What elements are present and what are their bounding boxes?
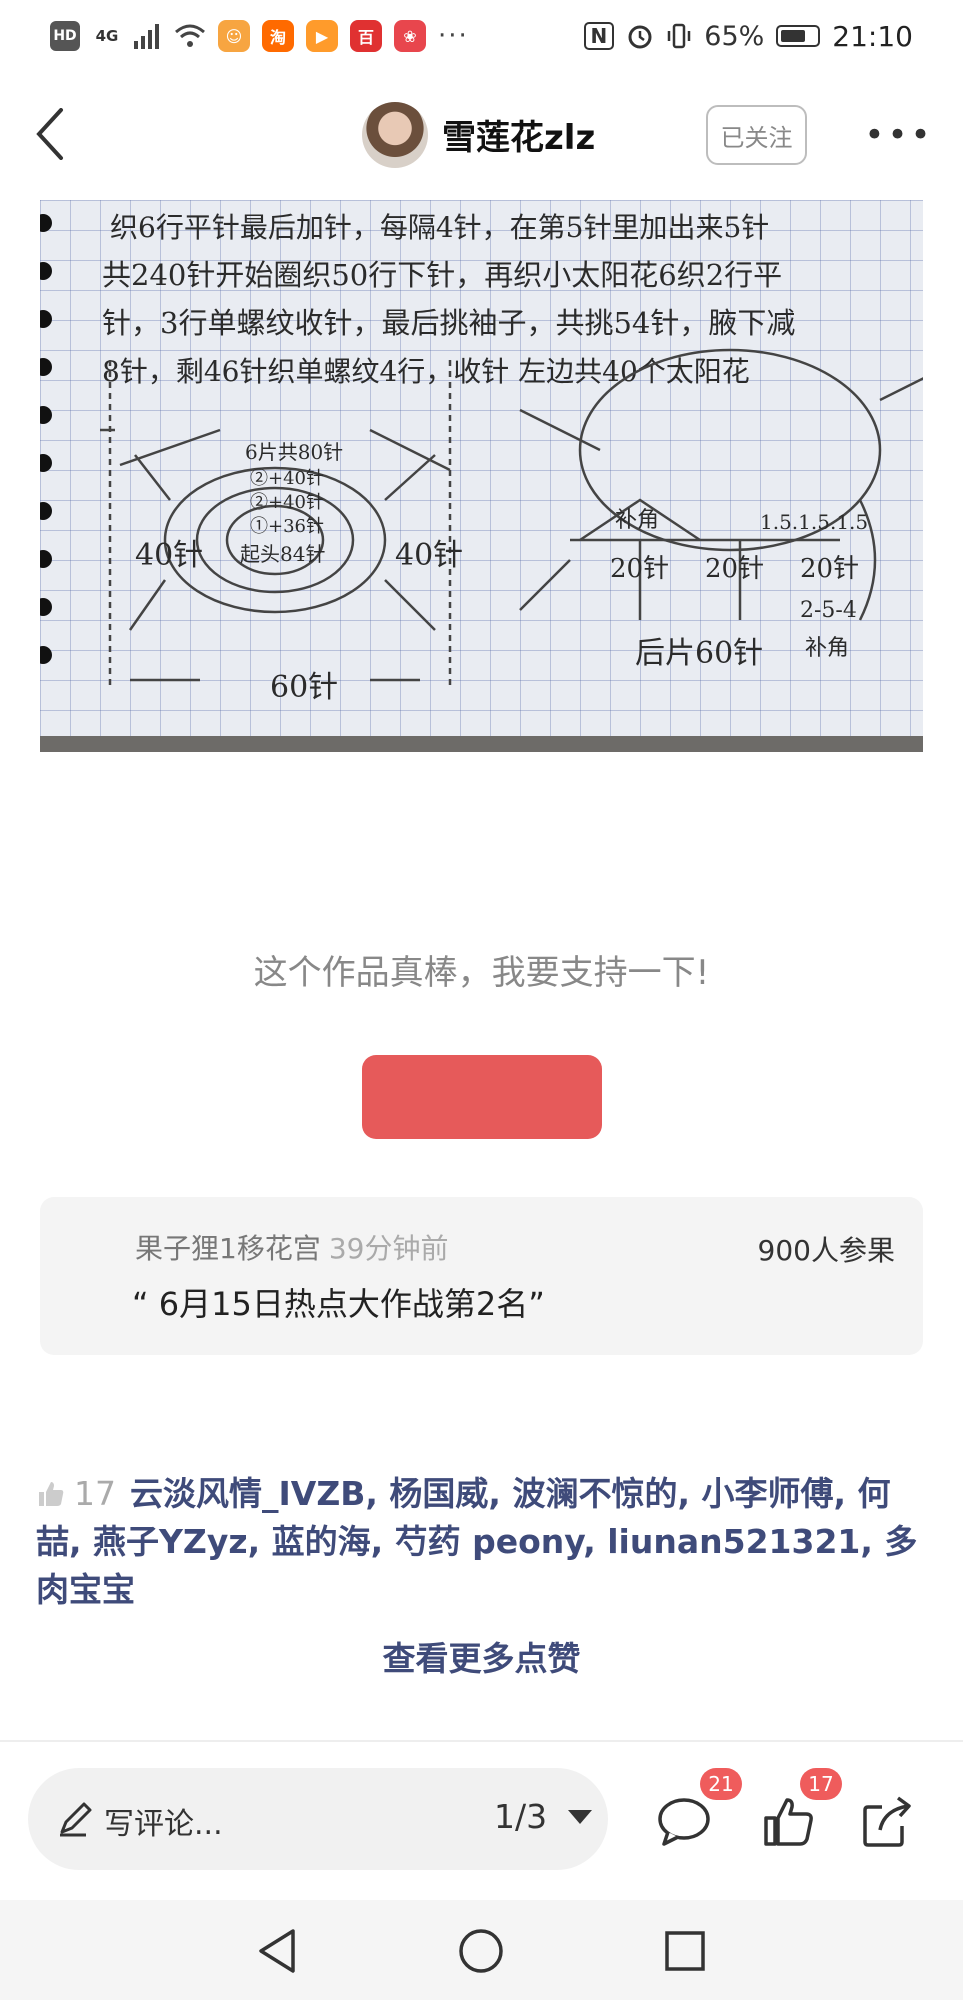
segment-label-2: 20针 [705,554,765,584]
left-side-label: 40针 [135,538,204,573]
username[interactable]: 雪莲花zlz [442,110,595,159]
reward-count: 900人参果 [757,1234,895,1267]
taobao-app-icon: 淘 [262,20,294,52]
likes-list: 17 云淡风情_IVZB, 杨国威, 波澜不惊的, 小李师傅, 何喆, 燕子YZy… [36,1470,936,1614]
like-count: 17 [74,1474,116,1513]
post-image[interactable]: 织6行平针最后加针，每隔4针，在第5针里加出来5针 共240针开始圈织50行下针… [40,200,923,752]
corner-label-bottom: 补角 [805,636,850,661]
nfc-icon: N [583,22,615,50]
pen-icon [60,1802,92,1837]
liker-names[interactable]: 云淡风情_IVZB, 杨国威, 波澜不惊的, 小李师傅, 何喆, 燕子YZyz,… [36,1474,917,1609]
wifi-icon [175,24,205,47]
segment-label-3: 20针 [800,554,860,584]
reward-message: “ 6月15日热点大作战第2名” [132,1285,545,1323]
ring-label-4: 起头84针 [240,542,326,566]
battery-percent: 65% [704,20,765,52]
pattern-label: 1.5.1.5.1.5 [760,510,869,534]
square-recents-icon [665,1931,705,1971]
ring-label-2: ②+40针 [250,492,324,513]
more-options-button[interactable]: ••• [864,110,930,160]
alarm-icon [628,25,652,49]
vibrate-icon [668,23,691,49]
status-bar: HD 4G ☺ 淘 ▶ 百 ❀ ··· N 65% 21:10 [0,0,963,72]
reward-card[interactable]: 果子狸1移花宫 39分钟前 900人参果 “ 6月15日热点大作战第2名” [40,1197,923,1355]
nav-home-button[interactable] [454,1924,508,1978]
triangle-back-icon [259,1929,295,1973]
back-button[interactable] [22,106,78,162]
like-count-badge: 17 [800,1768,842,1800]
signal-icon [134,24,159,49]
support-button[interactable] [362,1055,602,1139]
shop-app-icon: 百 [350,20,382,52]
bottom-label: 60针 [270,670,339,705]
avatar[interactable] [362,102,428,168]
comment-placeholder: 写评论... [104,1807,223,1842]
status-bar-left: HD 4G ☺ 淘 ▶ 百 ❀ ··· [50,20,469,52]
comment-input[interactable]: 写评论... 1/3 [28,1768,608,1870]
nav-recents-button[interactable] [658,1924,712,1978]
right-side-label: 40针 [395,538,464,573]
segment-label-1: 20针 [610,554,670,584]
video-app-icon: ▶ [306,20,338,52]
battery-icon [776,25,821,47]
divider [0,1740,963,1742]
share-icon[interactable] [858,1792,918,1852]
status-bar-right: N 65% 21:10 [583,19,913,53]
reward-author-line: 果子狸1移花宫 39分钟前 [135,1227,448,1267]
pinduoduo-app-icon: ❀ [394,20,426,52]
nav-back-button[interactable] [250,1924,304,1978]
comment-count-badge: 21 [700,1768,742,1800]
network-4g-icon: 4G [95,27,119,45]
circle-home-icon [459,1929,503,1973]
back-panel-label: 后片60针 [635,636,764,671]
knitting-diagram [100,348,923,690]
thumbs-up-icon [39,1482,64,1506]
comment-icon[interactable] [654,1792,714,1852]
hd-icon: HD [50,21,80,51]
pet-app-icon: ☺ [218,20,250,52]
corner-label-top: 补角 [615,508,660,533]
post-header: 雪莲花zlz 已关注 ••• [0,90,963,180]
ring-label-3: ①+36针 [250,516,324,537]
follow-button[interactable]: 已关注 [706,105,807,165]
ring-label-0: 6片共80针 [245,440,344,464]
ring-label-1: ②+40针 [250,468,324,489]
caret-down-icon[interactable] [568,1810,592,1824]
see-more-likes-link[interactable]: 查看更多点赞 [0,1632,963,1680]
chevron-left-icon [36,108,63,160]
reward-author[interactable]: 果子狸1移花宫 [135,1232,321,1265]
system-nav-bar [0,1900,963,2000]
more-notifications-icon: ··· [438,21,469,51]
clock: 21:10 [832,19,913,53]
page-indicator[interactable]: 1/3 [494,1797,547,1836]
reward-time: 39分钟前 [328,1232,449,1265]
like-icon[interactable] [758,1792,818,1852]
support-prompt: 这个作品真棒，我要支持一下! [253,953,710,993]
sequence-label: 2-5-4 [800,598,857,623]
